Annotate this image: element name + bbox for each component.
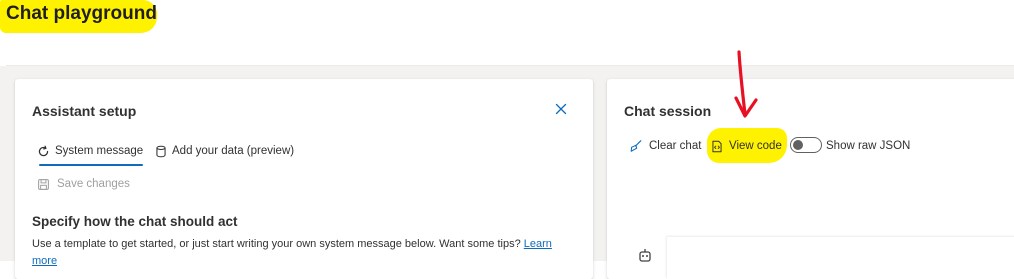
refresh-icon	[38, 145, 49, 156]
view-code-button[interactable]: View code	[711, 137, 782, 155]
save-changes-button[interactable]: Save changes	[37, 175, 130, 193]
view-code-label: View code	[729, 140, 782, 152]
tab-system-message-label: System message	[55, 145, 144, 157]
show-raw-json-toggle[interactable]	[790, 137, 822, 153]
save-changes-label: Save changes	[57, 178, 130, 190]
clear-chat-button[interactable]: Clear chat	[629, 137, 701, 155]
chat-session-panel: Chat session Clear chat View code Show r…	[607, 79, 1014, 279]
show-raw-json-label: Show raw JSON	[826, 140, 911, 152]
chat-message-area	[667, 237, 1014, 279]
chat-session-heading: Chat session	[624, 103, 712, 119]
tab-add-your-data-label: Add your data (preview)	[172, 145, 295, 157]
page-title: Chat playground	[6, 3, 157, 24]
assistant-setup-panel: Assistant setup System message Add your …	[15, 79, 593, 279]
section-description-text: Use a template to get started, or just s…	[32, 238, 521, 250]
assistant-setup-heading: Assistant setup	[32, 103, 137, 119]
bot-icon	[639, 249, 651, 262]
annotation-arrow-icon	[734, 50, 758, 118]
tab-system-message[interactable]: System message	[37, 137, 144, 166]
broom-icon	[630, 140, 642, 152]
toggle-knob	[793, 140, 803, 150]
section-description: Use a template to get started, or just s…	[32, 236, 577, 270]
page-title-highlight: Chat playground	[0, 0, 157, 33]
save-icon	[38, 178, 49, 190]
close-button[interactable]	[553, 101, 569, 117]
database-icon	[156, 145, 166, 157]
close-icon	[555, 103, 567, 115]
code-file-icon	[712, 140, 722, 152]
section-title: Specify how the chat should act	[32, 214, 238, 229]
clear-chat-label: Clear chat	[649, 140, 702, 152]
tab-add-your-data[interactable]: Add your data (preview)	[155, 137, 294, 165]
